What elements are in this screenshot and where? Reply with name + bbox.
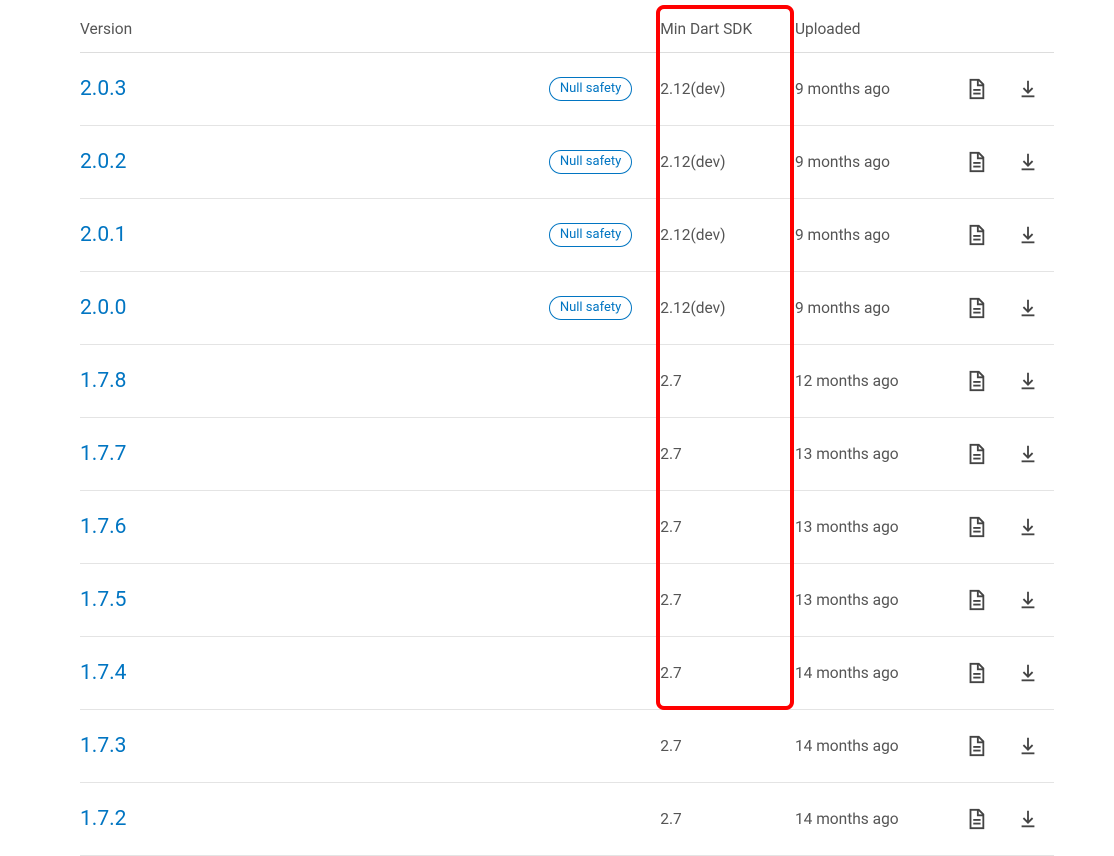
table-row: 1.7.6 2.713 months ago (80, 491, 1054, 564)
document-icon[interactable] (965, 225, 987, 243)
table-row: 2.0.1 Null safety 2.12(dev)9 months ago (80, 199, 1054, 272)
download-icon[interactable] (1017, 152, 1039, 170)
uploaded-cell: 9 months ago (795, 199, 950, 272)
download-icon[interactable] (1017, 79, 1039, 97)
uploaded-cell: 13 months ago (795, 491, 950, 564)
document-icon[interactable] (965, 152, 987, 170)
table-row: 2.0.3 Null safety 2.12(dev)9 months ago (80, 53, 1054, 126)
document-icon[interactable] (965, 444, 987, 462)
min-sdk-cell: 2.12(dev) (660, 272, 795, 345)
table-row: 1.7.3 2.714 months ago (80, 710, 1054, 783)
version-link[interactable]: 2.0.3 (80, 77, 126, 101)
table-row: 2.0.2 Null safety 2.12(dev)9 months ago (80, 126, 1054, 199)
document-icon[interactable] (965, 371, 987, 389)
uploaded-cell: 14 months ago (795, 783, 950, 856)
min-sdk-cell: 2.7 (660, 637, 795, 710)
download-icon[interactable] (1017, 809, 1039, 827)
null-safety-badge: Null safety (549, 77, 632, 101)
download-icon[interactable] (1017, 663, 1039, 681)
version-link[interactable]: 1.7.2 (80, 807, 126, 831)
header-min-sdk: Min Dart SDK (660, 14, 795, 53)
min-sdk-cell: 2.7 (660, 418, 795, 491)
document-icon[interactable] (965, 736, 987, 754)
min-sdk-cell: 2.7 (660, 345, 795, 418)
uploaded-cell: 13 months ago (795, 564, 950, 637)
uploaded-cell: 13 months ago (795, 418, 950, 491)
min-sdk-cell: 2.7 (660, 710, 795, 783)
null-safety-badge: Null safety (549, 296, 632, 320)
min-sdk-cell: 2.7 (660, 564, 795, 637)
uploaded-cell: 14 months ago (795, 710, 950, 783)
version-link[interactable]: 1.7.3 (80, 734, 126, 758)
uploaded-cell: 9 months ago (795, 126, 950, 199)
document-icon[interactable] (965, 663, 987, 681)
table-row: 1.7.2 2.714 months ago (80, 783, 1054, 856)
null-safety-badge: Null safety (549, 223, 632, 247)
version-link[interactable]: 1.7.6 (80, 515, 126, 539)
document-icon[interactable] (965, 79, 987, 97)
download-icon[interactable] (1017, 225, 1039, 243)
version-link[interactable]: 1.7.4 (80, 661, 126, 685)
download-icon[interactable] (1017, 517, 1039, 535)
min-sdk-cell: 2.7 (660, 491, 795, 564)
version-link[interactable]: 1.7.5 (80, 588, 126, 612)
download-icon[interactable] (1017, 590, 1039, 608)
min-sdk-cell: 2.12(dev) (660, 199, 795, 272)
version-link[interactable]: 2.0.1 (80, 223, 126, 247)
table-row: 1.7.4 2.714 months ago (80, 637, 1054, 710)
version-link[interactable]: 1.7.7 (80, 442, 126, 466)
version-link[interactable]: 2.0.0 (80, 296, 126, 320)
download-icon[interactable] (1017, 371, 1039, 389)
min-sdk-cell: 2.12(dev) (660, 126, 795, 199)
document-icon[interactable] (965, 517, 987, 535)
document-icon[interactable] (965, 298, 987, 316)
table-row: 1.7.8 2.712 months ago (80, 345, 1054, 418)
document-icon[interactable] (965, 809, 987, 827)
document-icon[interactable] (965, 590, 987, 608)
table-row: 2.0.0 Null safety 2.12(dev)9 months ago (80, 272, 1054, 345)
null-safety-badge: Null safety (549, 150, 632, 174)
uploaded-cell: 14 months ago (795, 637, 950, 710)
header-download (1002, 14, 1054, 53)
header-uploaded: Uploaded (795, 14, 950, 53)
uploaded-cell: 12 months ago (795, 345, 950, 418)
download-icon[interactable] (1017, 298, 1039, 316)
download-icon[interactable] (1017, 736, 1039, 754)
header-version: Version (80, 14, 660, 53)
uploaded-cell: 9 months ago (795, 272, 950, 345)
uploaded-cell: 9 months ago (795, 53, 950, 126)
table-row: 1.7.5 2.713 months ago (80, 564, 1054, 637)
version-link[interactable]: 1.7.8 (80, 369, 126, 393)
header-doc (950, 14, 1002, 53)
version-link[interactable]: 2.0.2 (80, 150, 126, 174)
min-sdk-cell: 2.12(dev) (660, 53, 795, 126)
table-row: 1.7.7 2.713 months ago (80, 418, 1054, 491)
min-sdk-cell: 2.7 (660, 783, 795, 856)
versions-table: Version Min Dart SDK Uploaded 2.0.3 Null … (80, 14, 1054, 856)
download-icon[interactable] (1017, 444, 1039, 462)
